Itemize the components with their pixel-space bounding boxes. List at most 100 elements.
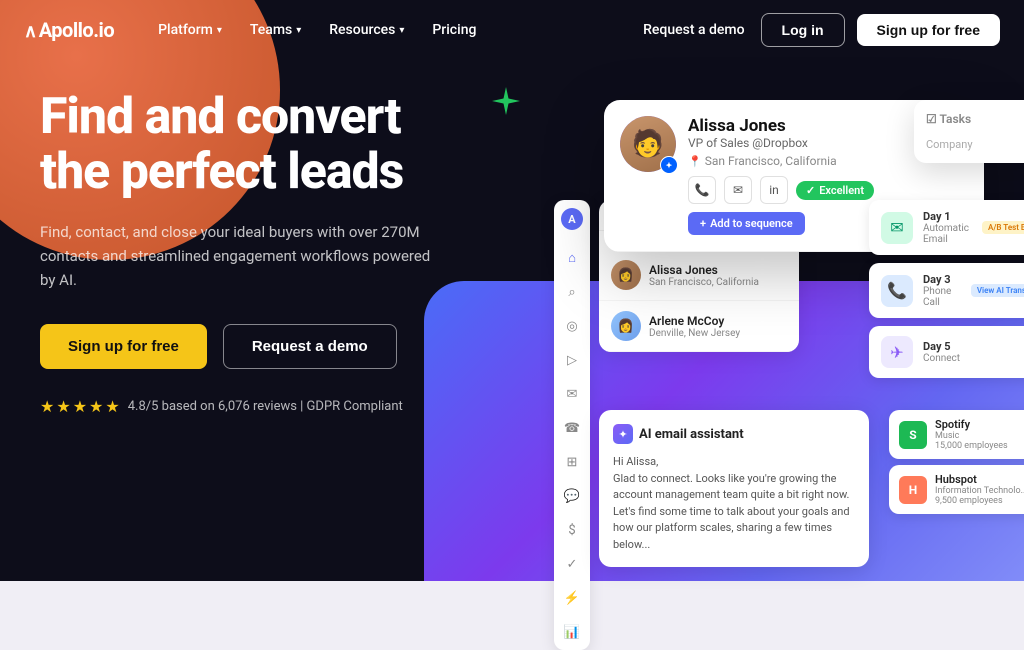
- prospect-info-2: Arlene McCoy Denville, New Jersey: [649, 314, 740, 339]
- sidebar-icon-home[interactable]: ⌂: [562, 248, 582, 268]
- sidebar-mock: A ⌂ ⌕ ◎ ▷ ✉ ☎ ⊞ 💬 $ ✓ ⚡ 📊: [554, 200, 590, 650]
- company-info-hubspot: Hubspot Information Technolo... 9,500 em…: [935, 473, 1024, 506]
- seq-day-3: Day 5: [923, 340, 1024, 353]
- spotify-industry: Music: [935, 431, 1008, 441]
- star-4: ★: [89, 397, 103, 416]
- check-icon: ✓: [806, 184, 815, 197]
- hero-title: Find and convert the perfect leads: [40, 90, 480, 200]
- star-5: ★: [105, 397, 119, 416]
- ai-email-title: AI email assistant: [639, 427, 744, 442]
- hero-subtitle: Find, contact, and close your ideal buye…: [40, 220, 440, 292]
- spotify-employees: 15,000 employees: [935, 441, 1008, 451]
- prospect-row-1[interactable]: 👩 Alissa Jones San Francisco, California: [599, 250, 799, 301]
- nav-pricing[interactable]: Pricing: [420, 16, 488, 44]
- sequence-panel: ✉ Day 1 Automatic Email A/B Test B 📞 Day…: [869, 200, 1024, 378]
- email-icon-btn[interactable]: ✉: [724, 176, 752, 204]
- linkedin-icon-btn[interactable]: in: [760, 176, 788, 204]
- sidebar-icon-chat[interactable]: 💬: [562, 486, 582, 506]
- sidebar-icon-chart[interactable]: 📊: [562, 622, 582, 642]
- prospect-name-1: Alissa Jones: [649, 263, 759, 277]
- sidebar-icon-bolt[interactable]: ⚡: [562, 588, 582, 608]
- sidebar-icon-check[interactable]: ✓: [562, 554, 582, 574]
- plus-icon: +: [700, 217, 706, 230]
- add-to-sequence-button[interactable]: + Add to sequence: [688, 212, 805, 235]
- hubspot-industry: Information Technolo...: [935, 486, 1024, 496]
- rating-stars: ★ ★ ★ ★ ★: [40, 397, 120, 416]
- checkbox-icon: ☑: [926, 112, 939, 126]
- sidebar-icon-phone[interactable]: ☎: [562, 418, 582, 438]
- chevron-down-icon: ▾: [217, 25, 222, 36]
- avatar-container: 🧑 ✦: [620, 116, 676, 172]
- hubspot-employees: 9,500 employees: [935, 496, 1024, 506]
- spotify-name: Spotify: [935, 418, 1008, 431]
- nav-platform[interactable]: Platform ▾: [146, 16, 234, 44]
- chevron-down-icon: ▾: [399, 25, 404, 36]
- location-pin-icon: 📍: [688, 155, 702, 168]
- prospect-avatar-1: 👩: [611, 260, 641, 290]
- sidebar-icon-people[interactable]: ◎: [562, 316, 582, 336]
- company-info-spotify: Spotify Music 15,000 employees: [935, 418, 1008, 451]
- tasks-panel: ☑ Tasks Company: [914, 100, 1024, 163]
- hero-signup-button[interactable]: Sign up for free: [40, 324, 207, 369]
- ai-assistant-icon: ✦: [613, 424, 633, 444]
- prospect-location-1: San Francisco, California: [649, 277, 759, 288]
- phone-sequence-icon: 📞: [881, 275, 913, 307]
- ai-email-panel: ✦ AI email assistant Hi Alissa, Glad to …: [599, 410, 869, 567]
- company-card-hubspot: H Hubspot Information Technolo... 9,500 …: [889, 465, 1024, 514]
- star-3: ★: [73, 397, 87, 416]
- login-button[interactable]: Log in: [761, 13, 845, 47]
- app-mockup: A ⌂ ⌕ ◎ ▷ ✉ ☎ ⊞ 💬 $ ✓ ⚡ 📊 👥 Pros... Name…: [544, 70, 1024, 560]
- seq-type-3: Connect: [923, 353, 1024, 364]
- apollo-mini-logo: A: [561, 208, 583, 230]
- spotify-logo: S: [899, 421, 927, 449]
- tasks-header: ☑ Tasks: [926, 112, 1024, 126]
- signup-button[interactable]: Sign up for free: [857, 14, 1000, 46]
- logo-text: ∧Apollo.io: [24, 18, 114, 42]
- nav-resources[interactable]: Resources ▾: [317, 16, 416, 44]
- prospect-avatar-2: 👩: [611, 311, 641, 341]
- header-actions: Request a demo Log in Sign up for free: [639, 13, 1000, 47]
- prospect-location-2: Denville, New Jersey: [649, 328, 740, 339]
- sequence-item-3: ✈ Day 5 Connect: [869, 326, 1024, 378]
- nav-teams[interactable]: Teams ▾: [238, 16, 313, 44]
- connect-sequence-icon: ✈: [881, 336, 913, 368]
- seq-day-1: Day 1: [923, 210, 972, 223]
- sequence-item-2: 📞 Day 3 Phone Call View AI Trans: [869, 263, 1024, 318]
- sparkle-icon: [490, 85, 522, 125]
- ai-email-body: Hi Alissa, Glad to connect. Looks like y…: [613, 454, 855, 553]
- sequence-info-1: Day 1 Automatic Email: [923, 210, 972, 245]
- rating-text: 4.8/5 based on 6,076 reviews | GDPR Comp…: [128, 399, 403, 414]
- seq-type-2: Phone Call: [923, 286, 961, 308]
- ai-trans-badge: View AI Trans: [971, 284, 1024, 297]
- main-nav: Platform ▾ Teams ▾ Resources ▾ Pricing: [146, 16, 639, 44]
- sidebar-icon-search[interactable]: ⌕: [562, 282, 582, 302]
- phone-icon-btn[interactable]: 📞: [688, 176, 716, 204]
- company-column-label: Company: [926, 138, 1024, 151]
- ai-email-header: ✦ AI email assistant: [613, 424, 855, 444]
- hero-rating: ★ ★ ★ ★ ★ 4.8/5 based on 6,076 reviews |…: [40, 397, 480, 416]
- star-1: ★: [40, 397, 54, 416]
- prospect-row-2[interactable]: 👩 Arlene McCoy Denville, New Jersey: [599, 301, 799, 352]
- sidebar-icon-arrow[interactable]: ▷: [562, 350, 582, 370]
- seq-type-1: Automatic Email: [923, 223, 972, 245]
- company-cards: S Spotify Music 15,000 employees H Hubsp…: [889, 410, 1024, 514]
- hero-buttons: Sign up for free Request a demo: [40, 324, 480, 369]
- hero-content: Find and convert the perfect leads Find,…: [40, 90, 480, 416]
- ab-test-badge: A/B Test B: [982, 221, 1024, 234]
- prospect-name-2: Arlene McCoy: [649, 314, 740, 328]
- company-card-spotify: S Spotify Music 15,000 employees: [889, 410, 1024, 459]
- hubspot-logo: H: [899, 476, 927, 504]
- excellent-badge: ✓ Excellent: [796, 181, 874, 200]
- sidebar-icon-grid[interactable]: ⊞: [562, 452, 582, 472]
- sidebar-icon-mail[interactable]: ✉: [562, 384, 582, 404]
- sequence-info-3: Day 5 Connect: [923, 340, 1024, 364]
- sidebar-icon-dollar[interactable]: $: [562, 520, 582, 540]
- logo[interactable]: ∧Apollo.io: [24, 18, 114, 42]
- dropbox-badge: ✦: [660, 156, 678, 174]
- request-demo-link[interactable]: Request a demo: [639, 14, 748, 46]
- email-sequence-icon: ✉: [881, 212, 913, 244]
- hero-demo-button[interactable]: Request a demo: [223, 324, 397, 369]
- star-2: ★: [56, 397, 70, 416]
- sequence-info-2: Day 3 Phone Call: [923, 273, 961, 308]
- sequence-item-1: ✉ Day 1 Automatic Email A/B Test B: [869, 200, 1024, 255]
